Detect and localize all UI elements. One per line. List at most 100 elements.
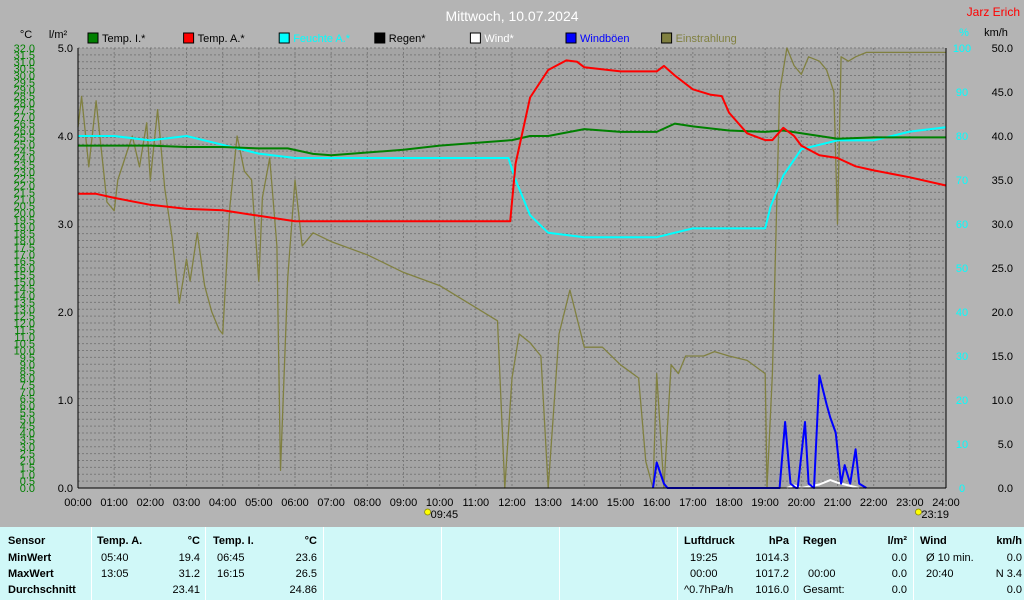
rain-max-value: 0.0 xyxy=(891,568,907,580)
temp-a-header: Temp. A. xyxy=(97,535,143,547)
x-tick-label: 03:00 xyxy=(173,497,201,509)
legend-swatch xyxy=(374,32,386,44)
wind-max-value: N 3.4 xyxy=(995,568,1022,580)
rain-tick-label: 0.0 xyxy=(58,483,73,495)
x-tick-label: 14:00 xyxy=(571,497,599,509)
x-tick-label: 07:00 xyxy=(317,497,345,509)
rain-max-time: 00:00 xyxy=(808,568,836,580)
temp-i-average: 24.86 xyxy=(289,584,317,596)
x-tick-label: 05:00 xyxy=(245,497,273,509)
wind-axis-unit: km/h xyxy=(984,27,1008,39)
wind-tick-label: 15.0 xyxy=(992,351,1013,363)
panel-divider xyxy=(91,527,92,600)
legend-label: Temp. I.* xyxy=(102,33,146,45)
x-tick-label: 21:00 xyxy=(824,497,852,509)
humidity-tick-label: 60 xyxy=(956,219,968,231)
temp-a-max-value: 31.2 xyxy=(178,568,200,580)
wind-tick-label: 20.0 xyxy=(992,307,1013,319)
pressure-min-value: 1014.3 xyxy=(755,552,789,564)
pressure-max-time: 00:00 xyxy=(690,568,718,580)
temp-i-max-time: 16:15 xyxy=(217,568,245,580)
x-tick-label: 18:00 xyxy=(715,497,743,509)
legend-label: Einstrahlung xyxy=(676,33,737,45)
temp-a-min-value: 19.4 xyxy=(178,552,200,564)
temp-axis-unit: °C xyxy=(20,29,32,41)
temp-i-min-value: 23.6 xyxy=(295,552,317,564)
temp-i-unit: °C xyxy=(304,535,317,547)
x-tick-label: 06:00 xyxy=(281,497,309,509)
wind-tick-label: 0.0 xyxy=(998,483,1013,495)
x-tick-label: 01:00 xyxy=(100,497,128,509)
rain-axis-unit: l/m² xyxy=(49,29,68,41)
wind-unit: km/h xyxy=(996,535,1022,547)
sensor-header: Sensor xyxy=(8,535,46,547)
legend-swatch xyxy=(278,32,290,44)
humidity-tick-label: 30 xyxy=(956,351,968,363)
wind-avg-value: 0.0 xyxy=(1006,552,1022,564)
humidity-tick-label: 10 xyxy=(956,439,968,451)
temp-a-min-time: 05:40 xyxy=(101,552,129,564)
avg-row-label: Durchschnitt xyxy=(8,584,76,596)
x-tick-label: 22:00 xyxy=(860,497,888,509)
wind-tick-label: 30.0 xyxy=(992,219,1013,231)
legend-swatch xyxy=(469,32,481,44)
weather-chart: 0.00.51.01.52.02.53.03.54.04.55.05.56.06… xyxy=(0,0,1024,527)
wind-day-value: 0.0 xyxy=(1006,584,1022,596)
wind-avg-label: Ø 10 min. xyxy=(926,552,974,564)
rain-tick-label: 4.0 xyxy=(58,131,73,143)
pressure-trend: ^0.7hPa/h xyxy=(684,584,734,596)
panel-divider xyxy=(559,527,560,600)
wind-tick-label: 25.0 xyxy=(992,263,1013,275)
x-tick-label: 08:00 xyxy=(354,497,382,509)
temp-a-max-time: 13:05 xyxy=(101,568,129,580)
rain-tick-label: 5.0 xyxy=(58,43,73,55)
legend-swatch xyxy=(661,32,673,44)
x-tick-label: 23:00 xyxy=(896,497,924,509)
panel-divider xyxy=(205,527,206,600)
temp-tick-label: 32.0 xyxy=(14,43,35,55)
temp-i-header: Temp. I. xyxy=(213,535,254,547)
legend-label: Wind* xyxy=(484,33,514,45)
max-row-label: MaxWert xyxy=(8,568,54,580)
chart-title: Mittwoch, 10.07.2024 xyxy=(445,8,578,24)
panel-divider xyxy=(795,527,796,600)
rain-unit: l/m² xyxy=(887,535,907,547)
panel-divider xyxy=(323,527,324,600)
x-tick-label: 17:00 xyxy=(679,497,707,509)
x-tick-label: 20:00 xyxy=(788,497,816,509)
rain-tick-label: 2.0 xyxy=(58,307,73,319)
x-tick-label: 09:00 xyxy=(390,497,418,509)
author-label: Jarz Erich xyxy=(967,5,1020,19)
x-tick-label: 11:00 xyxy=(462,497,489,509)
wind-tick-label: 35.0 xyxy=(992,175,1013,187)
legend-label: Feuchte A.* xyxy=(293,33,351,45)
x-tick-label: 13:00 xyxy=(534,497,562,509)
legend-label: Temp. A.* xyxy=(198,33,246,45)
rain-header: Regen xyxy=(803,535,837,547)
temp-a-average: 23.41 xyxy=(172,584,200,596)
temp-i-max-value: 26.5 xyxy=(295,568,317,580)
humidity-tick-label: 90 xyxy=(956,87,968,99)
pressure-min-time: 19:25 xyxy=(690,552,718,564)
wind-tick-label: 45.0 xyxy=(992,87,1013,99)
wind-tick-label: 10.0 xyxy=(992,395,1013,407)
wind-tick-label: 40.0 xyxy=(992,131,1013,143)
min-row-label: MinWert xyxy=(8,552,52,564)
x-tick-label: 12:00 xyxy=(498,497,526,509)
wind-header: Wind xyxy=(920,535,947,547)
x-tick-label: 04:00 xyxy=(209,497,237,509)
humidity-tick-label: 70 xyxy=(956,175,968,187)
rain-total-value: 0.0 xyxy=(891,584,907,596)
panel-divider xyxy=(913,527,914,600)
x-tick-label: 24:00 xyxy=(932,497,960,509)
temp-a-unit: °C xyxy=(187,535,200,547)
humidity-tick-label: 0 xyxy=(959,483,965,495)
pressure-max-value: 1017.2 xyxy=(755,568,789,580)
wind-tick-label: 50.0 xyxy=(992,43,1013,55)
pressure-unit: hPa xyxy=(768,535,789,547)
sun-event-label: 23:19 xyxy=(921,509,949,521)
sun-event-label: 09:45 xyxy=(431,509,459,521)
x-tick-label: 00:00 xyxy=(64,497,92,509)
rain-tick-label: 1.0 xyxy=(58,395,73,407)
pressure-average: 1016.0 xyxy=(755,584,789,596)
